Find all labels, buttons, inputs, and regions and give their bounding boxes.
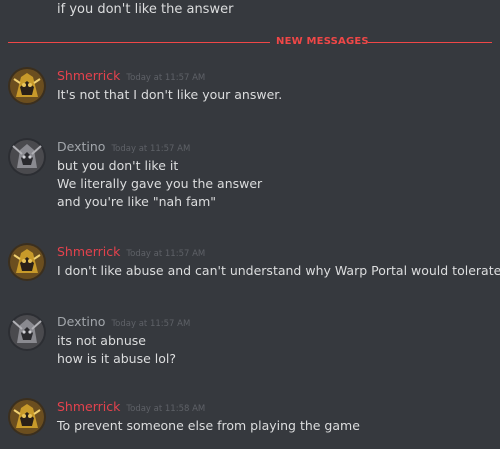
message-line: its not abnuse [57, 333, 146, 348]
message-body: but you don't like it We literally gave … [57, 157, 262, 211]
divider-line-left [8, 42, 270, 43]
new-messages-label: NEW MESSAGES [276, 36, 369, 47]
message-line: I don't like abuse and can't understand … [57, 263, 500, 278]
message-body: It's not that I don't like your answer. [57, 86, 282, 104]
author-name[interactable]: Shmerrick [57, 244, 120, 259]
message-header: Shmerrick Today at 11:57 AM [57, 67, 205, 86]
message-line: To prevent someone else from playing the… [57, 418, 360, 433]
author-name[interactable]: Shmerrick [57, 399, 120, 414]
message-timestamp: Today at 11:57 AM [126, 249, 206, 259]
message-line: We literally gave you the answer [57, 176, 263, 191]
divider-line-right [368, 42, 492, 43]
message-timestamp: Today at 11:58 AM [126, 404, 206, 414]
message-body: I don't like abuse and can't understand … [57, 262, 500, 280]
previous-message-text: if you don't like the answer [57, 2, 234, 17]
message-timestamp: Today at 11:57 AM [111, 319, 191, 329]
message-timestamp: Today at 11:57 AM [126, 73, 206, 83]
message-body: To prevent someone else from playing the… [57, 417, 360, 435]
message-header: Dextino Today at 11:57 AM [57, 138, 190, 157]
message-line: but you don't like it [57, 158, 179, 173]
new-messages-divider: NEW MESSAGES [8, 35, 492, 49]
author-name[interactable]: Shmerrick [57, 68, 120, 83]
chat-area: if you don't like the answer NEW MESSAGE… [0, 0, 500, 449]
shmerrick-avatar-icon[interactable] [8, 398, 46, 436]
author-name[interactable]: Dextino [57, 314, 105, 329]
message-line: and you're like "nah fam" [57, 194, 217, 209]
dextino-avatar-icon[interactable] [8, 313, 46, 351]
message-body: its not abnuse how is it abuse lol? [57, 332, 176, 368]
message-header: Shmerrick Today at 11:57 AM [57, 243, 205, 262]
shmerrick-avatar-icon[interactable] [8, 67, 46, 105]
message-header: Dextino Today at 11:57 AM [57, 313, 190, 332]
message-header: Shmerrick Today at 11:58 AM [57, 398, 205, 417]
dextino-avatar-icon[interactable] [8, 138, 46, 176]
message-line: It's not that I don't like your answer. [57, 87, 283, 102]
author-name[interactable]: Dextino [57, 139, 105, 154]
message-timestamp: Today at 11:57 AM [111, 144, 191, 154]
shmerrick-avatar-icon[interactable] [8, 243, 46, 281]
message-line: how is it abuse lol? [57, 351, 176, 366]
